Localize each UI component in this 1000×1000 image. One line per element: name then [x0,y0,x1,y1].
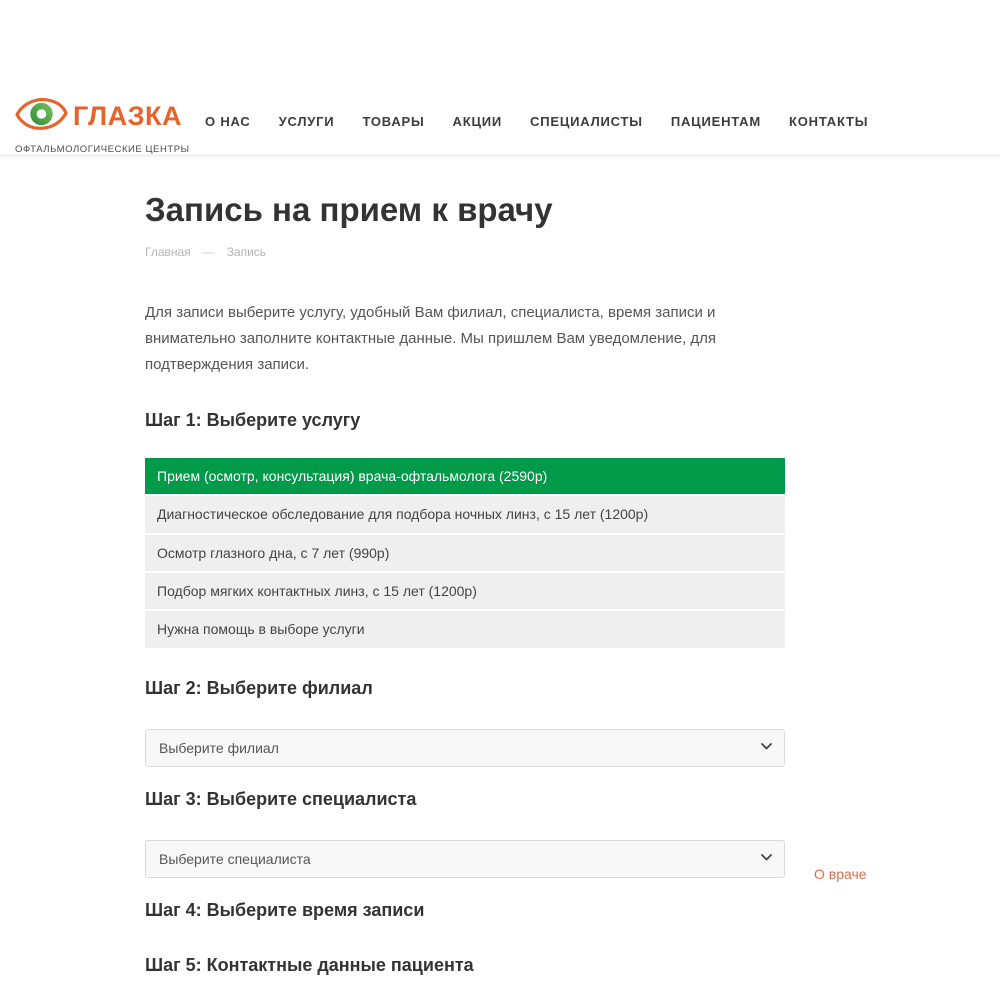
brand-tagline: ОФТАЛЬМОЛОГИЧЕСКИЕ ЦЕНТРЫ [15,144,190,155]
step4-heading: Шаг 4: Выберите время записи [145,900,785,921]
service-option[interactable]: Осмотр глазного дна, с 7 лет (990р) [145,535,785,571]
brand-name: ГЛАЗКА [73,103,182,130]
nav-item-about[interactable]: О НАС [205,114,251,129]
step3-heading: Шаг 3: Выберите специалиста [145,789,785,810]
service-option[interactable]: Нужна помощь в выборе услуги [145,611,785,647]
service-option[interactable]: Подбор мягких контактных линз, с 15 лет … [145,573,785,609]
eye-icon [15,94,68,139]
nav-item-services[interactable]: УСЛУГИ [279,114,335,129]
nav-item-contacts[interactable]: КОНТАКТЫ [789,114,868,129]
site-header: ГЛАЗКА ОФТАЛЬМОЛОГИЧЕСКИЕ ЦЕНТРЫ О НАС У… [0,0,1000,156]
step2-heading: Шаг 2: Выберите филиал [145,678,785,699]
intro-text: Для записи выберите услугу, удобный Вам … [145,300,785,378]
main-content: Запись на прием к врачу Главная — Запись Д… [145,192,785,976]
breadcrumb-separator: — [203,245,215,259]
breadcrumb-current: Запись [227,245,266,259]
nav-item-patients[interactable]: ПАЦИЕНТАМ [671,114,761,129]
breadcrumb: Главная — Запись [145,245,785,259]
main-nav: О НАС УСЛУГИ ТОВАРЫ АКЦИИ СПЕЦИАЛИСТЫ ПА… [205,114,868,129]
nav-item-promos[interactable]: АКЦИИ [453,114,503,129]
about-doctor-link[interactable]: О враче [814,866,867,882]
specialist-select[interactable]: Выберите специалиста [146,841,784,877]
page-title: Запись на прием к врачу [145,192,785,228]
branch-select[interactable]: Выберите филиал [146,730,784,766]
specialist-select-wrap: Выберите специалиста [145,840,785,878]
service-option-selected[interactable]: Прием (осмотр, консультация) врача-офтал… [145,458,785,494]
breadcrumb-home[interactable]: Главная [145,245,191,259]
site-logo[interactable]: ГЛАЗКА ОФТАЛЬМОЛОГИЧЕСКИЕ ЦЕНТРЫ [15,94,190,155]
nav-item-products[interactable]: ТОВАРЫ [362,114,424,129]
branch-select-row: Выберите филиал [145,729,785,767]
step5-heading: Шаг 5: Контактные данные пациента [145,955,785,976]
specialist-select-row: Выберите специалиста О враче [145,840,785,878]
branch-select-wrap: Выберите филиал [145,729,785,767]
nav-item-specialists[interactable]: СПЕЦИАЛИСТЫ [530,114,643,129]
step1-heading: Шаг 1: Выберите услугу [145,410,785,431]
service-option[interactable]: Диагностическое обследование для подбора… [145,496,785,532]
service-list: Прием (осмотр, консультация) врача-офтал… [145,458,785,647]
